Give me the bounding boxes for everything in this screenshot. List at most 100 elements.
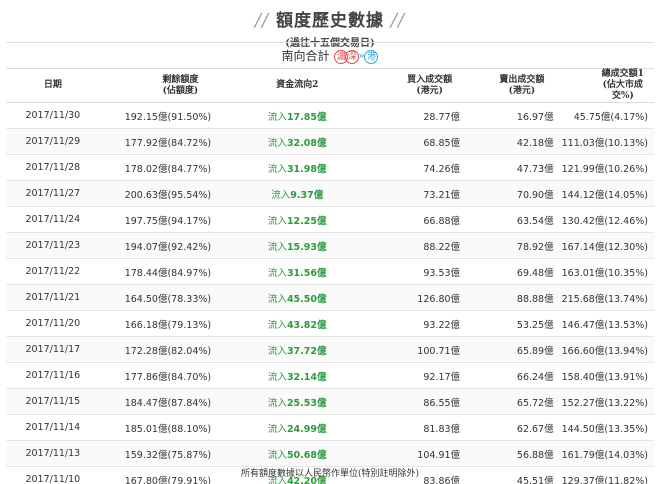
title-divider <box>6 42 654 43</box>
cell-sell: 70.90億 <box>466 180 558 207</box>
cell-sell: 47.73億 <box>466 154 558 181</box>
cell-buy: 100.71億 <box>369 336 467 363</box>
cell-total: 161.79億(14.03%) <box>557 440 654 467</box>
cell-sell: 16.97億 <box>466 102 558 129</box>
page-title: // 額度歷史數據 // <box>0 6 660 31</box>
cell-sell: 66.24億 <box>466 362 558 389</box>
quota-history-table: 日期 剩餘額度 (佔額度) 資金流向2 買入成交額 (港元) 賣出成交額 (港元) 總… <box>6 68 654 484</box>
table-row: 2017/11/29 177.92億(84.72%) 流入32.08億 68.85億 4… <box>6 128 654 155</box>
flow-amount: 50.68億 <box>286 449 327 461</box>
cell-total: 152.27億(13.22%) <box>557 388 654 415</box>
column-header-buy: 買入成交額 (港元) <box>369 68 467 103</box>
flow-amount: 32.14億 <box>286 371 327 383</box>
flow-amount: 45.50億 <box>286 293 327 305</box>
cell-remaining: 194.07億(92.42%) <box>99 232 226 259</box>
flow-direction-label: 流入 <box>267 267 287 279</box>
flow-direction-label: 流入 <box>267 137 287 149</box>
cell-total: 166.60億(13.94%) <box>557 336 654 363</box>
cell-remaining: 159.32億(75.87%) <box>99 440 226 467</box>
cell-date: 2017/11/21 <box>6 284 100 311</box>
table-row: 2017/11/13 159.32億(75.87%) 流入50.68億 104.91億… <box>6 440 654 467</box>
column-header-total: 總成交額1 (佔大市成交%) <box>557 68 654 103</box>
cell-buy: 81.83億 <box>369 414 467 441</box>
flow-direction-label: 流入 <box>267 423 287 435</box>
cell-sell: 65.89億 <box>466 336 558 363</box>
cell-remaining: 166.18億(79.13%) <box>99 310 226 337</box>
cell-date: 2017/11/23 <box>6 232 100 259</box>
cell-remaining: 185.01億(88.10%) <box>99 414 226 441</box>
cell-total: 215.68億(13.74%) <box>557 284 654 311</box>
cell-flow: 流入31.98億 <box>225 154 370 181</box>
cell-flow: 流入12.25億 <box>225 206 370 233</box>
column-header-remaining: 剩餘額度 (佔額度) <box>99 68 226 103</box>
flow-amount: 15.93億 <box>286 241 327 253</box>
table-row: 2017/11/28 178.02億(84.77%) 流入31.98億 74.26億 4… <box>6 154 654 181</box>
cell-date: 2017/11/30 <box>6 102 100 129</box>
cell-buy: 73.21億 <box>369 180 467 207</box>
cell-total: 158.40億(13.91%) <box>557 362 654 389</box>
cell-flow: 流入31.56億 <box>225 258 370 285</box>
footnote: 所有額度數據以人民幣作單位(特別註明除外) <box>240 469 420 479</box>
cell-buy: 126.80億 <box>369 284 467 311</box>
cell-total: 45.75億(4.17%) <box>557 102 654 129</box>
flow-direction-label: 流入 <box>267 449 287 461</box>
cell-remaining: 178.44億(84.97%) <box>99 258 226 285</box>
cell-sell: 78.92億 <box>466 232 558 259</box>
flow-amount: 32.08億 <box>286 137 327 149</box>
cell-flow: 流入37.72億 <box>225 336 370 363</box>
table-row: 2017/11/22 178.44億(84.97%) 流入31.56億 93.53億 6… <box>6 258 654 285</box>
cell-total: 163.01億(10.35%) <box>557 258 654 285</box>
cell-total: 167.14億(12.30%) <box>557 232 654 259</box>
cell-sell: 65.72億 <box>466 388 558 415</box>
table-row: 2017/11/16 177.86億(84.70%) 流入32.14億 92.17億 6… <box>6 362 654 389</box>
flow-direction-label: 流入 <box>267 397 287 409</box>
cell-sell: 42.18億 <box>466 128 558 155</box>
flow-direction-label: 流入 <box>267 241 287 253</box>
cell-date: 2017/11/13 <box>6 440 100 467</box>
table-row: 2017/11/21 164.50億(78.33%) 流入45.50億 126.80億… <box>6 284 654 311</box>
southbound-label: 南向合計 <box>281 49 330 63</box>
flow-amount: 9.37億 <box>290 189 324 201</box>
cell-sell: 69.48億 <box>466 258 558 285</box>
cell-flow: 流入32.14億 <box>225 362 370 389</box>
cell-sell: 88.88億 <box>466 284 558 311</box>
cell-flow: 流入43.82億 <box>225 310 370 337</box>
cell-buy: 68.85億 <box>369 128 467 155</box>
cell-date: 2017/11/15 <box>6 388 100 415</box>
title-text: 額度歷史數據 <box>276 11 384 31</box>
cell-flow: 流入25.53億 <box>225 388 370 415</box>
table-row: 2017/11/20 166.18億(79.13%) 流入43.82億 93.22億 5… <box>6 310 654 337</box>
cell-remaining: 200.63億(95.54%) <box>99 180 226 207</box>
cell-date: 2017/11/22 <box>6 258 100 285</box>
cell-total: 144.50億(13.35%) <box>557 414 654 441</box>
table-header-row: 日期 剩餘額度 (佔額度) 資金流向2 買入成交額 (港元) 賣出成交額 (港元) 總… <box>6 68 654 103</box>
cell-sell: 63.54億 <box>466 206 558 233</box>
flow-amount: 37.72億 <box>286 345 327 357</box>
cell-remaining: 184.47億(87.84%) <box>99 388 226 415</box>
flow-amount: 25.53億 <box>286 397 327 409</box>
cell-buy: 88.22億 <box>369 232 467 259</box>
cell-flow: 流入9.37億 <box>225 180 370 207</box>
column-header-date: 日期 <box>6 68 100 103</box>
flow-direction-label: 流入 <box>267 163 287 175</box>
table-row: 2017/11/30 192.15億(91.50%) 流入17.85億 28.77億 1… <box>6 102 654 129</box>
cell-date: 2017/11/27 <box>6 180 100 207</box>
cell-buy: 28.77億 <box>369 102 467 129</box>
cell-date: 2017/11/29 <box>6 128 100 155</box>
cell-sell: 56.88億 <box>466 440 558 467</box>
cell-remaining: 192.15億(91.50%) <box>99 102 226 129</box>
flow-direction-label: 流入 <box>267 111 287 123</box>
cell-flow: 流入17.85億 <box>225 102 370 129</box>
cell-flow: 流入15.93億 <box>225 232 370 259</box>
cell-total: 146.47億(13.53%) <box>557 310 654 337</box>
cell-buy: 93.53億 <box>369 258 467 285</box>
column-header-sell: 賣出成交額 (港元) <box>466 68 558 103</box>
table-body: 2017/11/30 192.15億(91.50%) 流入17.85億 28.77億 1… <box>6 102 654 484</box>
flow-amount: 24.99億 <box>286 423 327 435</box>
cell-buy: 92.17億 <box>369 362 467 389</box>
table-row: 2017/11/15 184.47億(87.84%) 流入25.53億 86.55億 6… <box>6 388 654 415</box>
flow-direction-label: 流入 <box>267 345 287 357</box>
table-row: 2017/11/24 197.75億(94.17%) 流入12.25億 66.88億 6… <box>6 206 654 233</box>
flow-direction-label: 流入 <box>267 293 287 305</box>
cell-total: 111.03億(10.13%) <box>557 128 654 155</box>
